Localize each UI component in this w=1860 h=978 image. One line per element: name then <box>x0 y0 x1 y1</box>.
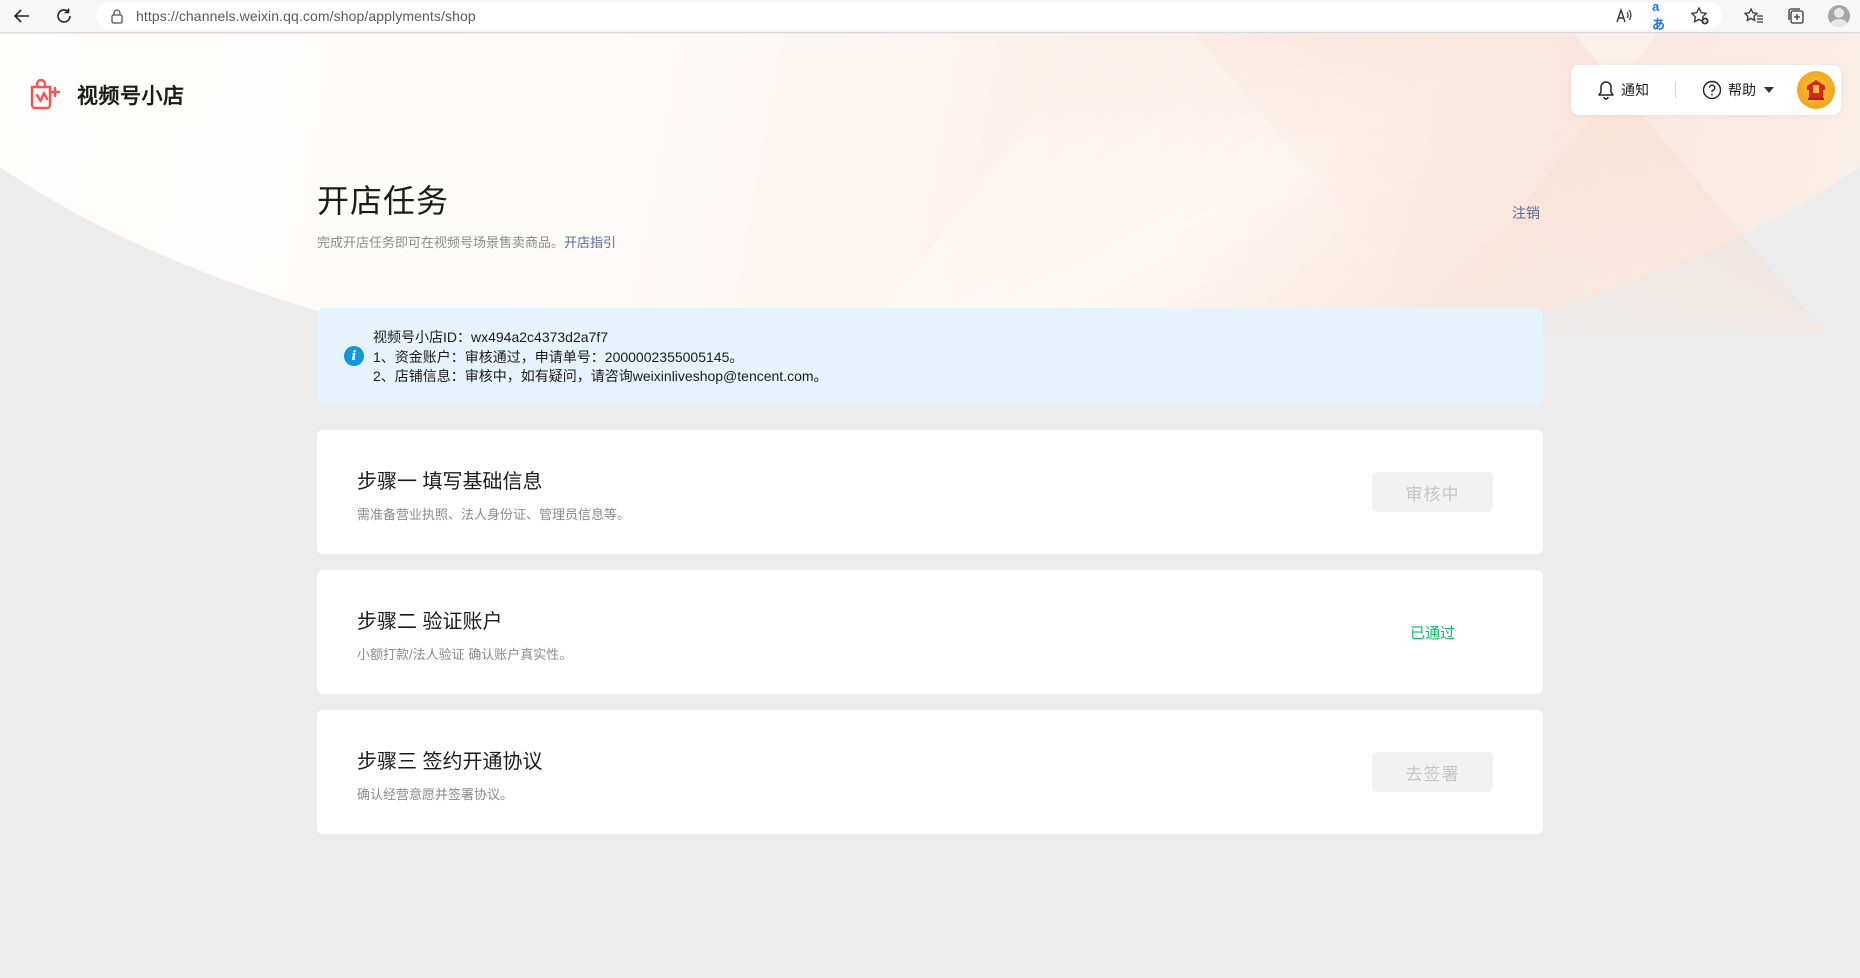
divider <box>1675 82 1676 98</box>
help-dropdown[interactable]: 帮助 <box>1702 80 1774 100</box>
step-title: 步骤三 签约开通协议 <box>357 751 543 773</box>
help-label: 帮助 <box>1728 82 1756 98</box>
step-card-verify-account: 步骤二 验证账户 小额打款/法人验证 确认账户真实性。 已通过 <box>317 570 1543 694</box>
address-bar[interactable]: https://channels.weixin.qq.com/shop/appl… <box>96 2 1722 29</box>
avatar[interactable] <box>1797 71 1835 109</box>
brand-logo[interactable]: 视频号小店 <box>28 78 185 112</box>
brand-name: 视频号小店 <box>77 85 185 108</box>
favorites-icon[interactable] <box>1744 6 1764 26</box>
help-circle-icon <box>1702 80 1722 100</box>
top-actions-panel: 通知 帮助 <box>1571 65 1841 115</box>
sign-button[interactable]: 去签署 <box>1372 752 1493 792</box>
notify-button[interactable]: 通知 <box>1597 80 1649 100</box>
shop-logo-icon <box>30 78 61 110</box>
notify-label: 通知 <box>1621 82 1649 98</box>
passed-status: 已通过 <box>1409 624 1455 642</box>
page-title: 开店任务 <box>317 183 450 219</box>
chevron-down-icon <box>1764 87 1774 93</box>
step-description: 小额打款/法人验证 确认账户真实性。 <box>357 647 573 662</box>
back-arrow-icon[interactable] <box>8 2 36 30</box>
logout-link[interactable]: 注销 <box>1512 203 1540 223</box>
guide-link[interactable]: 开店指引 <box>564 235 616 250</box>
browser-toolbar: https://channels.weixin.qq.com/shop/appl… <box>0 0 1860 33</box>
info-lines: 视频号小店ID：wx494a2c4373d2a7f7 1、资金账户：审核通过，申… <box>373 328 828 387</box>
url-text: https://channels.weixin.qq.com/shop/appl… <box>136 7 476 24</box>
step-card-basic-info: 步骤一 填写基础信息 需准备营业执照、法人身份证、管理员信息等。 审核中 <box>317 430 1543 554</box>
reviewing-button[interactable]: 审核中 <box>1372 472 1493 512</box>
step-title: 步骤一 填写基础信息 <box>357 471 543 493</box>
read-aloud-icon[interactable] <box>1614 6 1634 26</box>
profile-icon[interactable] <box>1828 5 1850 27</box>
page-subtitle: 完成开店任务即可在视频号场景售卖商品。开店指引 <box>317 232 616 251</box>
shop-id-line: 视频号小店ID：wx494a2c4373d2a7f7 <box>373 329 609 345</box>
fund-account-line: 1、资金账户：审核通过，申请单号：2000002355005145。 <box>373 348 744 365</box>
lock-icon <box>110 8 126 24</box>
step-card-sign-agreement: 步骤三 签约开通协议 确认经营意愿并签署协议。 去签署 <box>317 710 1543 834</box>
favorite-add-icon[interactable] <box>1690 6 1710 26</box>
reload-icon[interactable] <box>50 2 78 30</box>
avatar-emblem-icon <box>1807 80 1825 100</box>
step-description: 需准备营业执照、法人身份证、管理员信息等。 <box>357 507 631 522</box>
translate-icon[interactable]: aあ <box>1652 0 1672 32</box>
info-banner: i 视频号小店ID：wx494a2c4373d2a7f7 1、资金账户：审核通过… <box>317 308 1543 405</box>
shop-info-line: 2、店铺信息：审核中，如有疑问，请咨询weixinliveshop@tencen… <box>373 368 828 384</box>
step-description: 确认经营意愿并签署协议。 <box>357 787 514 802</box>
collections-icon[interactable] <box>1786 6 1806 26</box>
subtitle-text: 完成开店任务即可在视频号场景售卖商品。 <box>317 235 565 250</box>
browser-menu-area <box>1744 2 1850 30</box>
info-icon: i <box>344 346 364 366</box>
step-title: 步骤二 验证账户 <box>357 611 503 633</box>
address-bar-actions: aあ <box>1614 0 1710 32</box>
bell-icon <box>1598 81 1614 100</box>
